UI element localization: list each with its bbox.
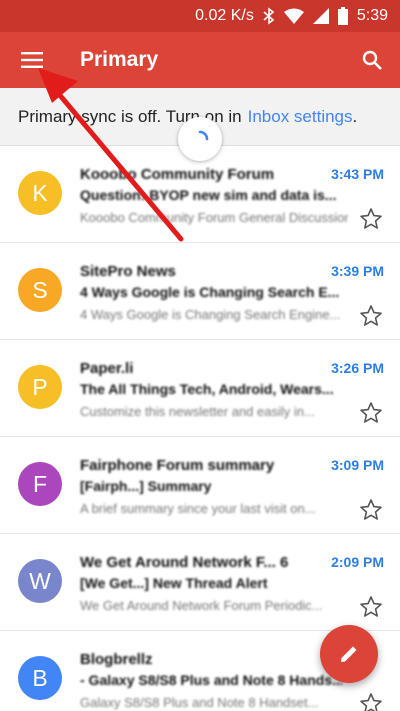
signal-icon <box>312 8 329 24</box>
star-icon[interactable] <box>359 595 383 619</box>
message-snippet: Galaxy S8/S8 Plus and Note 8 Handset... <box>80 695 319 710</box>
message-sender: Kooobo Community Forum <box>80 166 275 183</box>
inbox-settings-link[interactable]: Inbox settings <box>248 107 353 127</box>
message-time: 3:43 PM <box>331 166 384 182</box>
message-row[interactable]: S SitePro News 4 Ways Google is Changing… <box>0 243 400 340</box>
avatar: P <box>18 365 62 409</box>
pencil-icon <box>341 645 358 662</box>
message-subject: 4 Ways Google is Changing Search E... <box>80 284 340 300</box>
message-time: 3:26 PM <box>331 360 384 376</box>
star-icon[interactable] <box>359 401 383 425</box>
avatar: F <box>18 462 62 506</box>
status-bar: 0.02 K/s 5:39 <box>0 0 400 32</box>
message-row[interactable]: F Fairphone Forum summary [Fairph...] Su… <box>0 437 400 534</box>
avatar: K <box>18 171 62 215</box>
clock: 5:39 <box>356 7 388 24</box>
message-row[interactable]: P Paper.li The All Things Tech, Android,… <box>0 340 400 437</box>
message-sender: Blogbrellz <box>80 651 153 668</box>
message-snippet: We Get Around Network Forum Periodic... <box>80 598 323 613</box>
message-sender: SitePro News <box>80 263 176 280</box>
wifi-icon <box>283 8 304 24</box>
bluetooth-icon <box>263 7 275 25</box>
message-snippet: Customize this newsletter and easily in.… <box>80 404 315 419</box>
compose-button[interactable] <box>320 625 378 683</box>
search-icon[interactable] <box>344 32 400 88</box>
star-icon[interactable] <box>359 304 383 328</box>
message-snippet: 4 Ways Google is Changing Search Engine.… <box>80 307 341 322</box>
app-bar: Primary <box>0 32 400 88</box>
message-row[interactable]: W We Get Around Network F... 6 [We Get..… <box>0 534 400 631</box>
message-subject: Question: BYOP new sim and data is... <box>80 187 337 203</box>
avatar: S <box>18 268 62 312</box>
message-time: 3:39 PM <box>331 263 384 279</box>
avatar: B <box>18 656 62 700</box>
hamburger-menu-icon[interactable] <box>0 32 64 88</box>
message-sender: We Get Around Network F... 6 <box>80 554 289 571</box>
star-icon[interactable] <box>359 692 383 711</box>
message-sender: Fairphone Forum summary <box>80 457 275 474</box>
message-sender: Paper.li <box>80 360 134 377</box>
message-time: 3:09 PM <box>331 457 384 473</box>
message-subject: - Galaxy S8/S8 Plus and Note 8 Hands... <box>80 672 342 688</box>
battery-icon <box>337 7 348 25</box>
message-subject: [We Get...] New Thread Alert <box>80 575 268 591</box>
page-title: Primary <box>80 48 159 71</box>
message-subject: [Fairph...] Summary <box>80 478 212 494</box>
sync-banner-period: . <box>352 106 358 126</box>
message-snippet: A brief summary since your last visit on… <box>80 501 316 516</box>
screen: 0.02 K/s 5:39 Primary Primary sync is of… <box>0 0 400 711</box>
star-icon[interactable] <box>359 498 383 522</box>
network-speed: 0.02 K/s <box>195 7 254 24</box>
message-subject: The All Things Tech, Android, Wears... <box>80 381 334 397</box>
refresh-spinner-icon <box>178 117 222 161</box>
avatar: W <box>18 559 62 603</box>
star-icon[interactable] <box>359 207 383 231</box>
message-time: 2:09 PM <box>331 554 384 570</box>
message-snippet: Kooobo Community Forum General Discussio… <box>80 210 348 225</box>
